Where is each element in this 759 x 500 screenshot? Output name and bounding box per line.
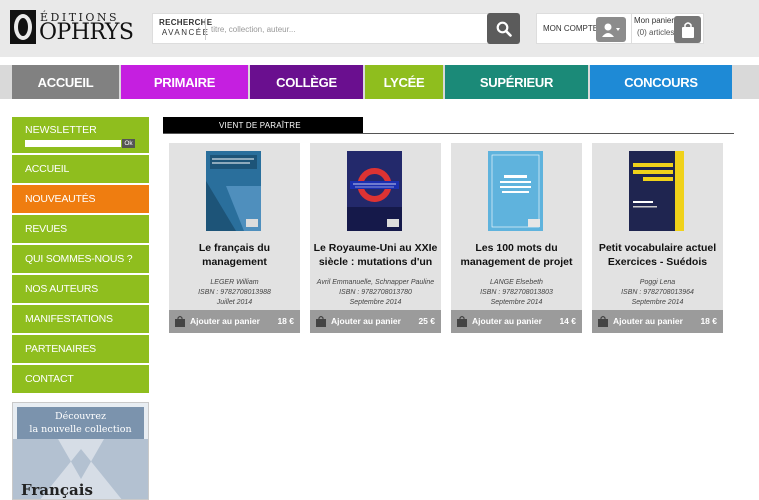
nav-tab-accueil[interactable]: ACCUEIL [12,65,119,99]
sidebar-item-manifestations[interactable]: MANIFESTATIONS [12,305,149,333]
shopping-bag-icon [316,315,326,327]
sidebar-item-accueil[interactable]: ACCUEIL [12,155,149,183]
nav-tab-lycee[interactable]: LYCÉE [365,65,443,99]
book-meta: Poggi Lena ISBN : 9782708013964 Septembr… [595,278,720,308]
book-price: 18 € [277,316,294,326]
sidebar-item-contact[interactable]: CONTACT [12,365,149,393]
book-cover-image[interactable] [488,151,543,231]
cart-title: Mon panier [634,16,675,25]
book-isbn: ISBN : 9782708013780 [339,289,412,296]
collection-promo-banner[interactable]: Découvrez la nouvelle collection Françai… [12,402,149,500]
book-author[interactable]: LEGER William [172,278,297,288]
newsletter-email-input[interactable] [25,140,121,147]
search-divider [205,18,206,40]
book-meta: LANGE Elsebeth ISBN : 9782708013803 Sept… [454,278,579,308]
logo-mark-icon [10,10,36,44]
promo-line-1: Découvrez [55,411,106,422]
main-nav: ACCUEIL PRIMAIRE COLLÈGE LYCÉE SUPÉRIEUR… [0,65,759,99]
book-meta: Avril Emmanuelle, Schnapper Pauline ISBN… [313,278,438,308]
book-date: Septembre 2014 [349,299,402,306]
book-title[interactable]: Le français du management [172,241,297,269]
nav-tab-college[interactable]: COLLÈGE [250,65,363,99]
sidebar-item-nouveautes[interactable]: NOUVEAUTÉS [12,185,149,213]
promo-heading: Découvrez la nouvelle collection [17,407,144,439]
cart-widget[interactable]: Mon panier (0) articles [632,13,704,44]
add-to-cart-label: Ajouter au panier [331,316,401,326]
nav-tab-superieur[interactable]: SUPÉRIEUR [445,65,588,99]
add-to-cart-button[interactable]: Ajouter au panier 18 € [592,310,723,333]
sidebar-item-nos-auteurs[interactable]: NOS AUTEURS [12,275,149,303]
newsletter-box: NEWSLETTER Ok [12,117,149,153]
site-logo[interactable]: ÉDITIONS OPHRYS [8,8,136,48]
sidebar-item-partenaires[interactable]: PARTENAIRES [12,335,149,363]
promo-line-2: la nouvelle collection [29,424,132,435]
book-author[interactable]: LANGE Elsebeth [454,278,579,288]
search-button[interactable] [487,13,520,44]
book-cover-image[interactable] [347,151,402,231]
book-card: Le Royaume-Uni au XXIe siècle : mutation… [310,143,441,333]
book-title[interactable]: Les 100 mots du management de projet [454,241,579,269]
search-icon [496,21,512,37]
book-title[interactable]: Le Royaume-Uni au XXIe siècle : mutation… [313,241,438,269]
account-label: MON COMPTE [543,24,599,33]
nav-tab-concours[interactable]: CONCOURS [590,65,732,99]
book-title[interactable]: Petit vocabulaire actuel Exercices - Sué… [595,241,720,269]
add-to-cart-button[interactable]: Ajouter au panier 25 € [310,310,441,333]
book-isbn: ISBN : 9782708013988 [198,289,271,296]
book-card: Petit vocabulaire actuel Exercices - Sué… [592,143,723,333]
add-to-cart-label: Ajouter au panier [190,316,260,326]
book-date: Septembre 2014 [490,299,543,306]
book-date: Juillet 2014 [216,299,253,306]
add-to-cart-button[interactable]: Ajouter au panier 18 € [169,310,300,333]
book-author[interactable]: Avril Emmanuelle, Schnapper Pauline [313,278,438,288]
book-card: Le français du management LEGER William … [169,143,300,333]
logo-ophrys-text: OPHRYS [39,20,134,45]
book-date: Septembre 2014 [631,299,684,306]
search-input[interactable] [211,20,481,38]
section-title: VIENT DE PARAÎTRE [163,117,363,133]
book-isbn: ISBN : 9782708013964 [621,289,694,296]
book-cover-image[interactable] [206,151,261,231]
book-price: 18 € [700,316,717,326]
add-to-cart-label: Ajouter au panier [613,316,683,326]
book-price: 25 € [418,316,435,326]
shopping-bag-icon [457,315,467,327]
book-card: Les 100 mots du management de projet LAN… [451,143,582,333]
newsletter-label: NEWSLETTER [25,124,97,136]
shopping-bag-icon [175,315,185,327]
book-isbn: ISBN : 9782708013803 [480,289,553,296]
newsletter-ok-button[interactable]: Ok [122,139,135,148]
book-meta: LEGER William ISBN : 9782708013988 Juill… [172,278,297,308]
search-bar: RECHERCHE AVANCÉE [152,13,520,44]
user-avatar-icon [596,17,626,42]
cart-count: (0) articles [637,28,675,37]
account-button[interactable]: MON COMPTE [536,13,632,44]
sidebar: NEWSLETTER Ok ACCUEIL NOUVEAUTÉS REVUES … [12,117,149,395]
book-author[interactable]: Poggi Lena [595,278,720,288]
shopping-bag-icon [674,16,701,43]
section-divider [163,133,734,134]
add-to-cart-label: Ajouter au panier [472,316,542,326]
book-cover-image[interactable] [629,151,684,231]
promo-title: Français [21,481,93,499]
book-price: 14 € [559,316,576,326]
sidebar-item-revues[interactable]: REVUES [12,215,149,243]
sidebar-item-qui-sommes-nous[interactable]: QUI SOMMES-NOUS ? [12,245,149,273]
site-header: ÉDITIONS OPHRYS RECHERCHE AVANCÉE MON CO… [0,0,759,57]
shopping-bag-icon [598,315,608,327]
nav-tab-primaire[interactable]: PRIMAIRE [121,65,248,99]
add-to-cart-button[interactable]: Ajouter au panier 14 € [451,310,582,333]
